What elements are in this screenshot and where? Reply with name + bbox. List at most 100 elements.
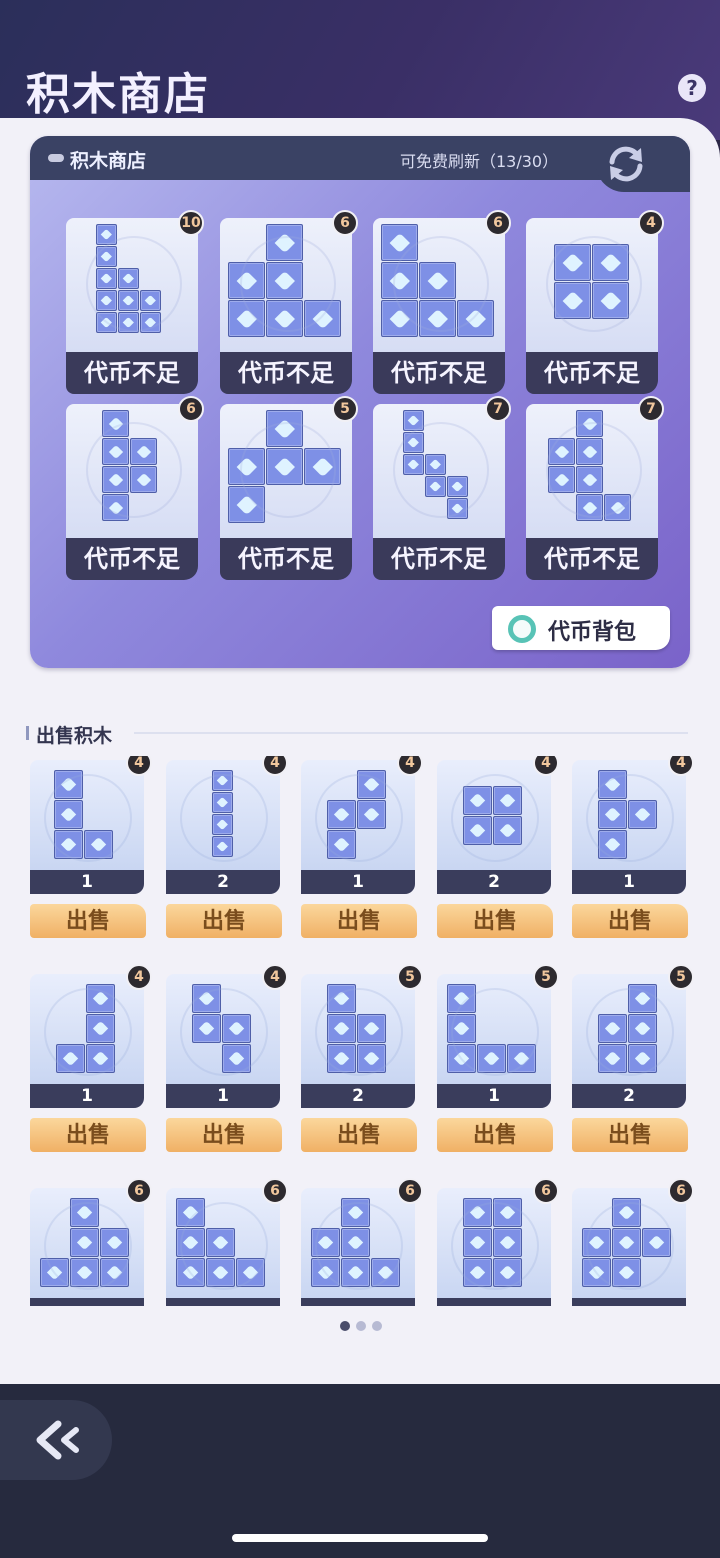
- shop-item[interactable]: 代币不足 4: [526, 210, 664, 394]
- sell-button[interactable]: 出售: [572, 1118, 688, 1152]
- sell-item[interactable]: 1 出售 4: [572, 756, 694, 942]
- owned-count: 2: [572, 1084, 686, 1108]
- token-ring-icon: [508, 615, 536, 643]
- block-cell: [96, 268, 117, 289]
- page-dot[interactable]: [372, 1321, 382, 1331]
- sell-item[interactable]: 出售6: [572, 1178, 694, 1306]
- block-cell: [447, 984, 476, 1013]
- section-divider: [134, 732, 688, 734]
- sell-button[interactable]: 出售: [166, 1118, 282, 1152]
- block-preview: [30, 974, 144, 1084]
- shop-item[interactable]: 代币不足 5: [220, 396, 358, 580]
- block-cell: [628, 1044, 657, 1073]
- block-preview: [301, 1188, 415, 1298]
- sell-grid[interactable]: 1 出售 4 2 出售 4 1 出售 4 2 出售 4 1 出售 4 1 出售 4 1 出售 4 2 出售 5 1 出售 5 2 出售 5…: [0, 756, 720, 1306]
- sell-item[interactable]: 出售6: [30, 1178, 152, 1306]
- block-cell: [576, 438, 603, 465]
- back-arrow-icon[interactable]: [32, 1418, 82, 1462]
- refresh-icon[interactable]: [604, 142, 648, 186]
- price-badge: 4: [397, 756, 423, 776]
- price-badge: 5: [397, 964, 423, 990]
- sell-button[interactable]: 出售: [572, 904, 688, 938]
- block-cell: [493, 786, 522, 815]
- sell-item[interactable]: 出售6: [166, 1178, 288, 1306]
- sell-item[interactable]: 1 出售 4: [301, 756, 423, 942]
- block-cell: [86, 1014, 115, 1043]
- token-bag-button[interactable]: 代币背包: [492, 606, 670, 650]
- block-cell: [266, 448, 303, 485]
- shop-item[interactable]: 代币不足 6: [220, 210, 358, 394]
- owned-count: [572, 1298, 686, 1306]
- sell-button[interactable]: 出售: [166, 904, 282, 938]
- sell-item[interactable]: 2 出售 4: [166, 756, 288, 942]
- block-preview: [30, 1188, 144, 1298]
- sell-button[interactable]: 出售: [437, 904, 553, 938]
- block-cell: [493, 1258, 522, 1287]
- block-cell: [311, 1258, 340, 1287]
- block-cell: [100, 1228, 129, 1257]
- block-cell: [56, 1044, 85, 1073]
- block-cell: [236, 1258, 265, 1287]
- block-preview: [373, 218, 505, 352]
- block-cell: [327, 830, 356, 859]
- shop-item[interactable]: 代币不足 7: [373, 396, 511, 580]
- home-indicator[interactable]: [232, 1534, 488, 1542]
- block-cell: [447, 476, 468, 497]
- block-cell: [118, 268, 139, 289]
- status-label: 代币不足: [66, 538, 198, 580]
- help-icon[interactable]: ?: [678, 74, 706, 102]
- block-cell: [612, 1228, 641, 1257]
- shop-item[interactable]: 代币不足 7: [526, 396, 664, 580]
- sell-item[interactable]: 1 出售 5: [437, 964, 559, 1156]
- status-label: 代币不足: [526, 352, 658, 394]
- block-cell: [341, 1258, 370, 1287]
- price-badge: 6: [262, 1178, 288, 1204]
- block-preview: [437, 760, 551, 870]
- block-cell: [463, 1258, 492, 1287]
- sell-button[interactable]: 出售: [30, 1118, 146, 1152]
- sell-item[interactable]: 1 出售 4: [30, 756, 152, 942]
- block-cell: [212, 770, 233, 791]
- block-cell: [102, 466, 129, 493]
- price-badge: 7: [638, 396, 664, 422]
- owned-count: 1: [166, 1084, 280, 1108]
- block-cell: [582, 1228, 611, 1257]
- shop-item[interactable]: 代币不足 6: [373, 210, 511, 394]
- owned-count: [30, 1298, 144, 1306]
- sell-item[interactable]: 2 出售 5: [572, 964, 694, 1156]
- price-badge: 5: [533, 964, 559, 990]
- block-cell: [96, 224, 117, 245]
- sell-button[interactable]: 出售: [30, 904, 146, 938]
- block-cell: [403, 410, 424, 431]
- shop-item[interactable]: 代币不足 6: [66, 396, 204, 580]
- block-preview: [166, 760, 280, 870]
- sell-item[interactable]: 2 出售 4: [437, 756, 559, 942]
- status-label: 代币不足: [373, 352, 505, 394]
- block-cell: [266, 224, 303, 261]
- block-cell: [86, 1044, 115, 1073]
- sell-item[interactable]: 出售6: [301, 1178, 423, 1306]
- price-badge: 6: [332, 210, 358, 236]
- block-cell: [598, 1044, 627, 1073]
- sell-button[interactable]: 出售: [301, 904, 417, 938]
- sell-item[interactable]: 出售6: [437, 1178, 559, 1306]
- page-dot-active[interactable]: [340, 1321, 350, 1331]
- owned-count: [301, 1298, 415, 1306]
- block-cell: [140, 290, 161, 311]
- sell-item[interactable]: 1 出售 4: [30, 964, 152, 1156]
- block-cell: [598, 800, 627, 829]
- sell-item[interactable]: 1 出售 4: [166, 964, 288, 1156]
- sell-item[interactable]: 2 出售 5: [301, 964, 423, 1156]
- price-badge: 6: [533, 1178, 559, 1204]
- section-marker: [26, 726, 29, 740]
- block-cell: [140, 312, 161, 333]
- shop-item[interactable]: 代币不足 10: [66, 210, 204, 394]
- block-cell: [311, 1228, 340, 1257]
- owned-count: [437, 1298, 551, 1306]
- block-cell: [582, 1258, 611, 1287]
- sell-button[interactable]: 出售: [301, 1118, 417, 1152]
- block-cell: [381, 224, 418, 261]
- sell-button[interactable]: 出售: [437, 1118, 553, 1152]
- page-dot[interactable]: [356, 1321, 366, 1331]
- block-cell: [228, 448, 265, 485]
